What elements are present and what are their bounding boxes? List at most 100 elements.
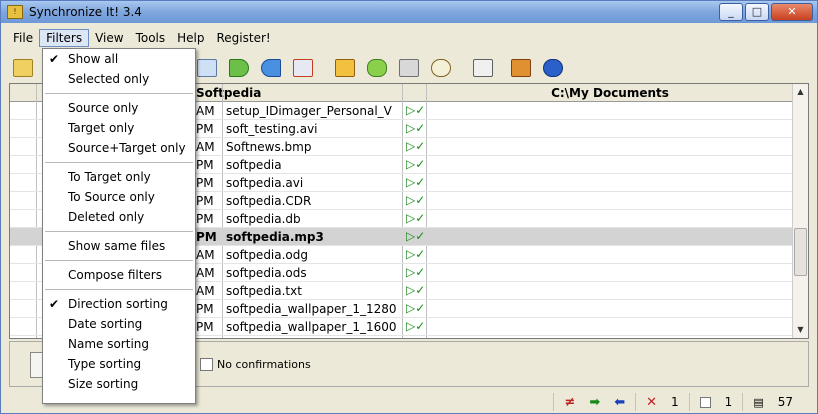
filter-compose-filters[interactable]: Compose filters: [43, 265, 195, 285]
file-name: softpedia.txt: [226, 284, 302, 298]
sort-size[interactable]: Size sorting: [43, 374, 195, 394]
direction-icon[interactable]: ▷✓: [406, 301, 426, 315]
menu-separator: [45, 231, 193, 232]
no-confirmations-option[interactable]: No confirmations: [200, 358, 311, 371]
direction-icon[interactable]: ▷✓: [406, 265, 426, 279]
menu-file[interactable]: File: [7, 30, 39, 46]
print-icon[interactable]: [395, 54, 423, 82]
check-mark-icon: ✔: [49, 297, 60, 311]
filter-selected-only[interactable]: Selected only: [43, 69, 195, 89]
direction-icon[interactable]: ▷✓: [406, 283, 426, 297]
direction-icon[interactable]: ▷✓: [406, 193, 426, 207]
file-name: softpedia: [226, 158, 282, 172]
menu-tools[interactable]: Tools: [130, 30, 172, 46]
sync-icon[interactable]: [469, 54, 497, 82]
menu-register[interactable]: Register!: [210, 30, 276, 46]
file-name: softpedia_wallpaper_1_1600: [226, 320, 397, 334]
status-total: ▤ 57: [742, 393, 803, 411]
left-folder-header[interactable]: Softpedia: [196, 86, 261, 100]
file-name: softpedia.odg: [226, 248, 309, 262]
find-icon[interactable]: [427, 54, 455, 82]
file-time: PM: [196, 122, 214, 136]
vertical-scrollbar[interactable]: ▲ ▼: [792, 84, 808, 338]
copy-left-icon[interactable]: [257, 54, 285, 82]
filter-show-all[interactable]: ✔ Show all: [43, 49, 195, 69]
sort-name[interactable]: Name sorting: [43, 334, 195, 354]
direction-icon[interactable]: ▷✓: [406, 103, 426, 117]
file-name: softpedia.CDR: [226, 194, 312, 208]
filter-to-target-only[interactable]: To Target only: [43, 167, 195, 187]
menu-help[interactable]: Help: [171, 30, 210, 46]
direction-icon[interactable]: ▷✓: [406, 211, 426, 225]
check-count: 1: [724, 395, 733, 409]
file-name: soft_testing.avi: [226, 122, 318, 136]
settings-icon[interactable]: [507, 54, 535, 82]
right-folder-header[interactable]: C:\My Documents: [426, 86, 794, 100]
file-name: setup_IDimager_Personal_V: [226, 104, 392, 118]
check-mark-icon: ✔: [49, 52, 60, 66]
checkbox-count-icon: [699, 396, 711, 408]
scroll-thumb[interactable]: [794, 228, 807, 276]
refresh-icon[interactable]: [363, 54, 391, 82]
file-time: PM: [196, 176, 214, 190]
open-folder-icon[interactable]: [9, 54, 37, 82]
filters-dropdown-menu: ✔ Show all Selected only Source only Targ…: [42, 48, 196, 404]
scroll-up-icon[interactable]: ▲: [793, 84, 808, 100]
menu-separator: [45, 162, 193, 163]
direction-icon[interactable]: ▷✓: [406, 247, 426, 261]
delete-icon[interactable]: [289, 54, 317, 82]
filter-source-target-only[interactable]: Source+Target only: [43, 138, 195, 158]
delete-count: 1: [671, 395, 679, 409]
status-checked: 1: [688, 393, 743, 411]
file-time: AM: [196, 140, 215, 154]
file-name: softpedia.ods: [226, 266, 307, 280]
title-bar[interactable]: ! Synchronize It! 3.4 _ □ ✕: [1, 1, 817, 23]
delete-count-icon: ✕: [646, 394, 658, 410]
file-name: softpedia.avi: [226, 176, 304, 190]
minimize-button[interactable]: _: [719, 3, 743, 21]
compare-icon[interactable]: [193, 54, 221, 82]
total-count: 57: [777, 395, 793, 409]
left-arrow-icon[interactable]: ⬅: [614, 395, 625, 410]
direction-icon[interactable]: ▷✓: [406, 157, 426, 171]
menu-view[interactable]: View: [89, 30, 129, 46]
menu-bar: File Filters View Tools Help Register!: [1, 28, 277, 48]
direction-icon[interactable]: ▷✓: [406, 139, 426, 153]
file-time: PM: [196, 158, 214, 172]
sort-type[interactable]: Type sorting: [43, 354, 195, 374]
direction-icon[interactable]: ▷✓: [406, 121, 426, 135]
maximize-button[interactable]: □: [745, 3, 769, 21]
filter-target-only[interactable]: Target only: [43, 118, 195, 138]
status-deleted: ✕ 1: [635, 393, 689, 411]
sort-direction[interactable]: ✔ Direction sorting: [43, 294, 195, 314]
no-confirmations-checkbox[interactable]: [200, 358, 213, 371]
help-icon[interactable]: [539, 54, 567, 82]
files-icon: ▤: [753, 395, 764, 409]
file-name: softpedia.db: [226, 212, 301, 226]
direction-icon[interactable]: ▷✓: [406, 175, 426, 189]
file-time: AM: [196, 104, 215, 118]
file-time: AM: [196, 266, 215, 280]
not-equal-icon[interactable]: ≠: [564, 395, 575, 410]
app-window: ! Synchronize It! 3.4 _ □ ✕ File Filters…: [0, 0, 818, 414]
right-arrow-icon[interactable]: ➡: [589, 395, 600, 410]
filter-deleted-only[interactable]: Deleted only: [43, 207, 195, 227]
file-name: softpedia.mp3: [226, 230, 324, 244]
menu-separator: [45, 93, 193, 94]
file-time: PM: [196, 230, 217, 244]
close-button[interactable]: ✕: [771, 3, 813, 21]
menu-filters[interactable]: Filters: [39, 29, 90, 47]
filter-show-same-files[interactable]: Show same files: [43, 236, 195, 256]
filter-source-only[interactable]: Source only: [43, 98, 195, 118]
window-title: Synchronize It! 3.4: [29, 5, 142, 19]
file-time: PM: [196, 302, 214, 316]
sort-date[interactable]: Date sorting: [43, 314, 195, 334]
direction-icon[interactable]: ▷✓: [406, 229, 426, 243]
scroll-down-icon[interactable]: ▼: [793, 322, 808, 338]
direction-icon[interactable]: ▷✓: [406, 319, 426, 333]
file-time: AM: [196, 284, 215, 298]
clear-icon[interactable]: [331, 54, 359, 82]
filter-to-source-only[interactable]: To Source only: [43, 187, 195, 207]
copy-right-icon[interactable]: [225, 54, 253, 82]
window-controls: _ □ ✕: [719, 3, 813, 21]
